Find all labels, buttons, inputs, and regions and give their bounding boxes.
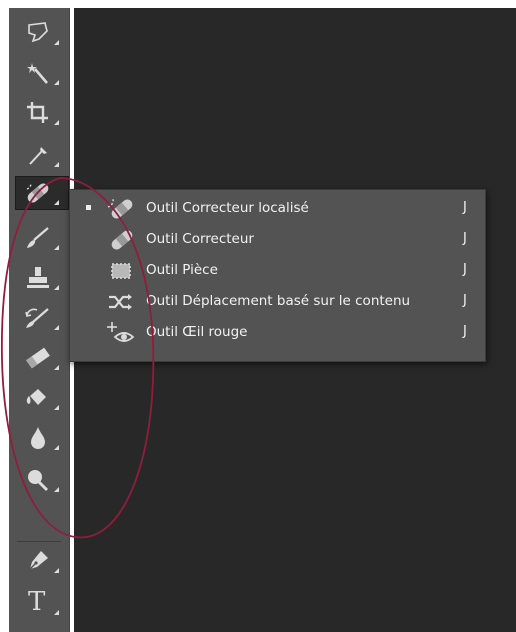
menu-item-shortcut: J bbox=[463, 200, 467, 215]
clone-stamp-icon bbox=[27, 267, 49, 288]
menu-item-label: Outil Pièce bbox=[146, 262, 218, 278]
menu-item-label: Outil Correcteur localisé bbox=[146, 200, 309, 216]
tool-crop[interactable] bbox=[15, 96, 69, 130]
pen-icon bbox=[29, 551, 48, 570]
spot-healing-brush-icon bbox=[26, 182, 49, 203]
menu-item-shortcut: J bbox=[463, 293, 467, 308]
crop-icon bbox=[27, 102, 48, 123]
tool-brush[interactable] bbox=[15, 221, 69, 255]
toolbar-separator bbox=[17, 541, 61, 542]
lasso-icon bbox=[28, 22, 48, 43]
magic-wand-icon bbox=[27, 63, 48, 84]
healing-brush-icon bbox=[111, 230, 133, 250]
paint-bucket-icon bbox=[26, 389, 46, 405]
tool-spot-healing-brush[interactable] bbox=[15, 176, 69, 210]
menu-item-shortcut: J bbox=[463, 262, 467, 277]
content-aware-move-icon bbox=[109, 294, 132, 310]
submenu-indicator-icon bbox=[54, 365, 59, 370]
healing-tools-flyout-menu: Outil Correcteur localisé J Outil Correc… bbox=[69, 189, 486, 362]
tool-eraser[interactable] bbox=[15, 341, 69, 375]
submenu-indicator-icon bbox=[54, 325, 59, 330]
menu-item-label: Outil Correcteur bbox=[146, 231, 254, 247]
tool-history-brush[interactable] bbox=[15, 301, 69, 335]
submenu-indicator-icon bbox=[54, 200, 59, 205]
submenu-indicator-icon bbox=[54, 162, 59, 167]
brush-icon bbox=[27, 227, 49, 248]
tool-clone-stamp[interactable] bbox=[15, 261, 69, 295]
menu-item-patch[interactable]: Outil Pièce J bbox=[70, 255, 485, 286]
submenu-indicator-icon bbox=[54, 80, 59, 85]
submenu-indicator-icon bbox=[54, 40, 59, 45]
submenu-indicator-icon bbox=[54, 487, 59, 492]
history-brush-icon bbox=[25, 308, 49, 328]
tool-lasso[interactable] bbox=[15, 16, 69, 50]
menu-item-label: Outil Œil rouge bbox=[146, 324, 248, 340]
submenu-indicator-icon bbox=[54, 245, 59, 250]
tool-dodge[interactable] bbox=[15, 463, 69, 497]
eyedropper-icon bbox=[29, 147, 47, 165]
menu-item-shortcut: J bbox=[463, 231, 467, 246]
tool-eyedropper[interactable] bbox=[15, 138, 69, 172]
dodge-icon bbox=[28, 470, 49, 492]
tool-magic-wand[interactable] bbox=[15, 56, 69, 90]
submenu-indicator-icon bbox=[54, 568, 59, 573]
tool-blur[interactable] bbox=[15, 421, 69, 455]
type-icon: T bbox=[28, 587, 46, 617]
menu-item-content-aware-move[interactable]: Outil Déplacement basé sur le contenu J bbox=[70, 286, 485, 317]
selected-indicator-icon bbox=[86, 205, 91, 210]
tool-type[interactable]: T bbox=[15, 586, 69, 620]
submenu-indicator-icon bbox=[54, 285, 59, 290]
menu-item-healing-brush[interactable]: Outil Correcteur J bbox=[70, 224, 485, 255]
spot-healing-brush-icon bbox=[107, 198, 133, 219]
submenu-indicator-icon bbox=[54, 120, 59, 125]
submenu-indicator-icon bbox=[54, 610, 59, 615]
eraser-icon bbox=[26, 347, 50, 369]
tools-panel: T bbox=[9, 8, 70, 632]
tool-pen[interactable] bbox=[15, 544, 69, 578]
menu-item-shortcut: J bbox=[463, 324, 467, 339]
menu-item-spot-healing-brush[interactable]: Outil Correcteur localisé J bbox=[70, 193, 485, 224]
patch-icon bbox=[111, 263, 131, 279]
menu-item-label: Outil Déplacement basé sur le contenu bbox=[146, 293, 411, 309]
submenu-indicator-icon bbox=[54, 445, 59, 450]
blur-icon bbox=[31, 427, 45, 449]
red-eye-icon bbox=[107, 322, 135, 342]
submenu-indicator-icon bbox=[54, 405, 59, 410]
tool-paint-bucket[interactable] bbox=[15, 381, 69, 415]
menu-item-red-eye[interactable]: Outil Œil rouge J bbox=[70, 317, 485, 348]
